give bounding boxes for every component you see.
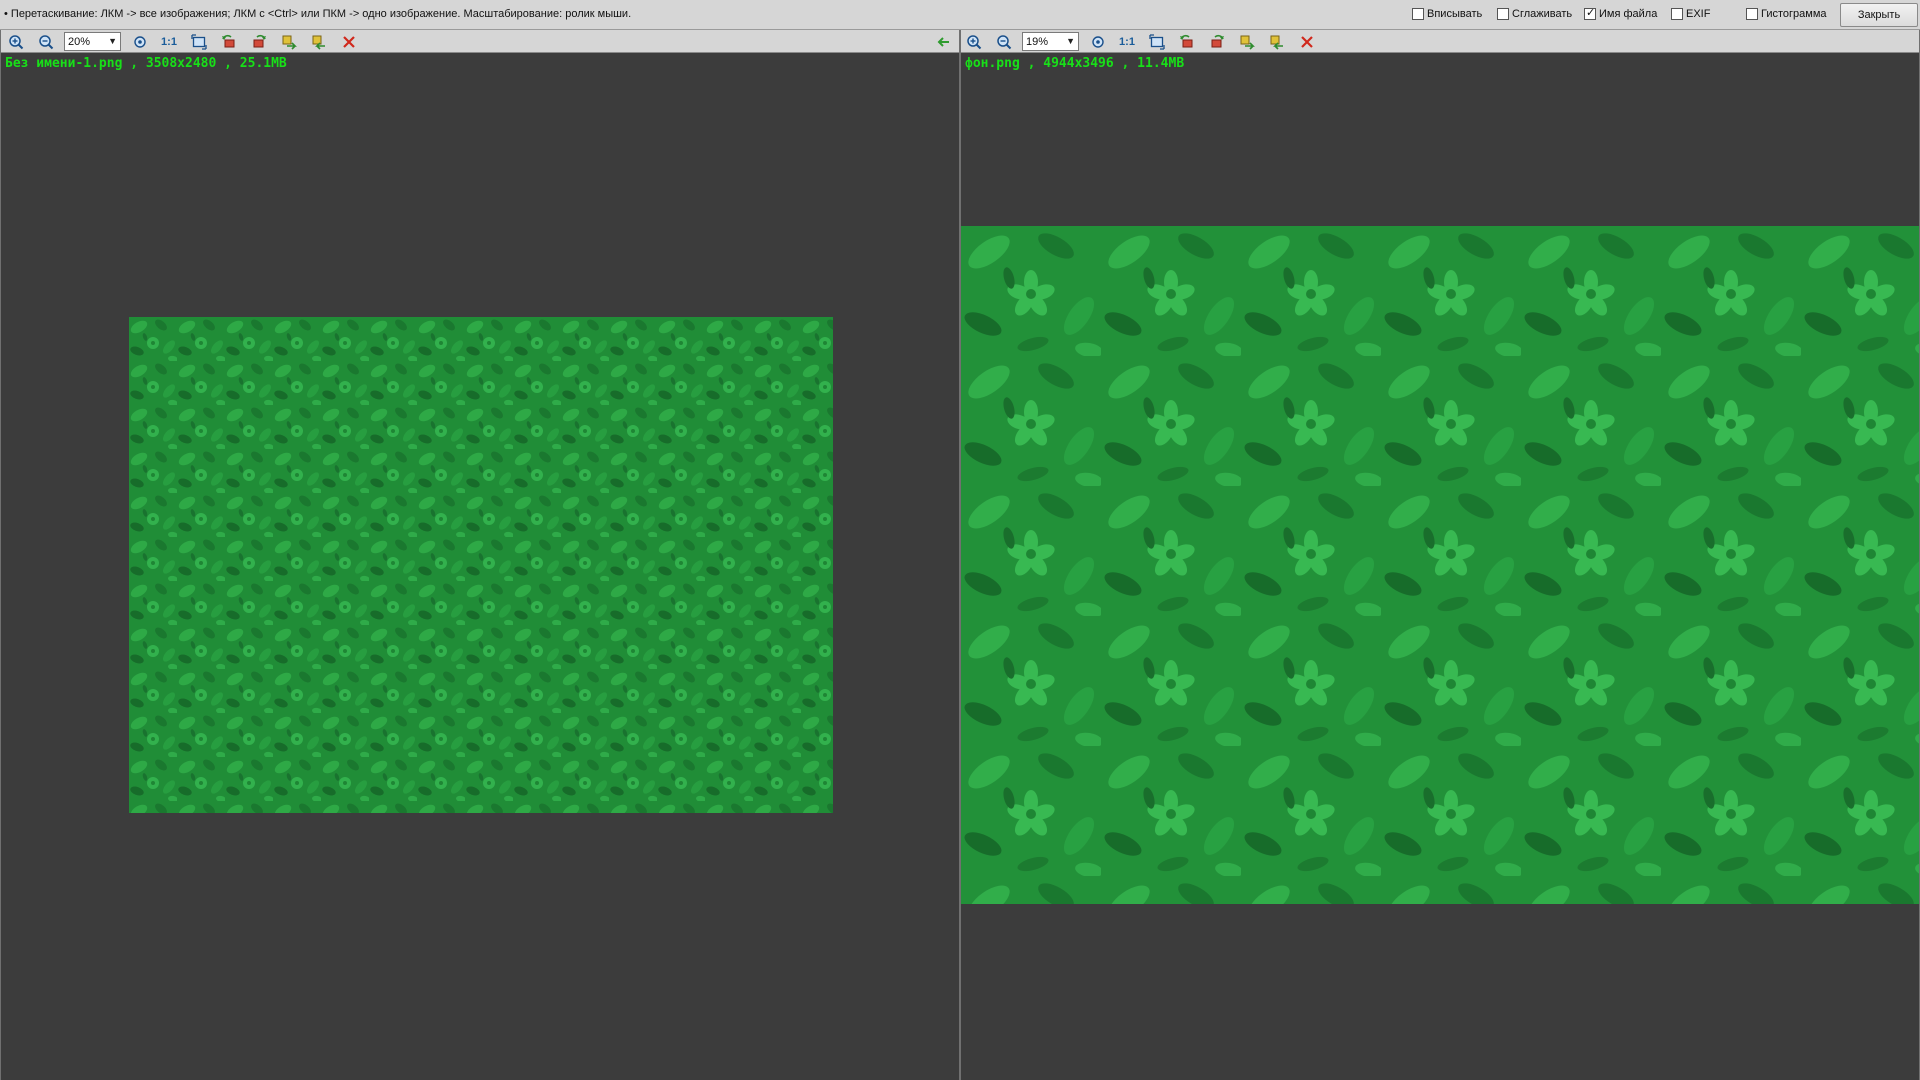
filename-label: Имя файла xyxy=(1599,8,1658,20)
file-info: Без имени-1.png , 3508x2480 , 25.1MB xyxy=(5,56,287,71)
zoom-out-icon[interactable] xyxy=(37,33,55,51)
zoom-out-icon[interactable] xyxy=(995,33,1013,51)
actual-size-button[interactable]: 1:1 xyxy=(1118,33,1136,51)
image-preview-right[interactable] xyxy=(961,226,1919,904)
image-preview-left[interactable] xyxy=(129,317,833,813)
rotate-right-icon[interactable] xyxy=(1208,33,1226,51)
rotate-left-icon[interactable] xyxy=(220,33,238,51)
exif-checkbox[interactable] xyxy=(1671,8,1683,20)
close-icon[interactable] xyxy=(340,33,358,51)
fit-icon[interactable] xyxy=(1089,33,1107,51)
fit-window-icon[interactable] xyxy=(1148,33,1166,51)
filename-checkbox[interactable] xyxy=(1584,6,1596,20)
option-filename[interactable]: Имя файла xyxy=(1584,6,1658,20)
rotate-right-icon[interactable] xyxy=(250,33,268,51)
option-smooth[interactable]: Сглаживать xyxy=(1497,8,1572,20)
exif-label: EXIF xyxy=(1686,8,1711,20)
rotate-left-icon[interactable] xyxy=(1178,33,1196,51)
option-exif[interactable]: EXIF xyxy=(1671,8,1710,20)
top-bar: • Перетаскивание: ЛКМ -> все изображения… xyxy=(0,0,1920,30)
file-info: фон.png , 4944x3496 , 11.4MB xyxy=(965,56,1185,71)
zoom-in-icon[interactable] xyxy=(965,33,983,51)
fit-icon[interactable] xyxy=(131,33,149,51)
chevron-down-icon: ▼ xyxy=(108,36,117,46)
zoom-select[interactable]: 19% ▼ xyxy=(1022,32,1079,51)
flip-icon[interactable] xyxy=(280,33,298,51)
zoom-value: 20% xyxy=(68,35,91,48)
close-button[interactable]: Закрыть xyxy=(1840,3,1918,27)
left-toolbar: 20% ▼ 1:1 xyxy=(1,30,959,53)
option-histogram[interactable]: Гистограмма xyxy=(1746,8,1827,20)
option-fit[interactable]: Вписывать xyxy=(1412,8,1482,20)
flip-icon[interactable] xyxy=(1238,33,1256,51)
chevron-down-icon: ▼ xyxy=(1066,36,1075,46)
right-pane[interactable]: 19% ▼ 1:1 фон.png , 4944x3496 , 11.4MB xyxy=(960,30,1920,1080)
close-icon[interactable] xyxy=(1298,33,1316,51)
fit-checkbox[interactable] xyxy=(1412,8,1424,20)
right-toolbar: 19% ▼ 1:1 xyxy=(961,30,1919,53)
left-pane[interactable]: 20% ▼ 1:1 Без имени-1.png , 3508x2480 , … xyxy=(0,30,960,1080)
histogram-checkbox[interactable] xyxy=(1746,8,1758,20)
zoom-select[interactable]: 20% ▼ xyxy=(64,32,121,51)
smooth-checkbox[interactable] xyxy=(1497,8,1509,20)
swap-icon[interactable] xyxy=(310,33,328,51)
hint-text: • Перетаскивание: ЛКМ -> все изображения… xyxy=(4,8,632,20)
smooth-label: Сглаживать xyxy=(1512,8,1573,20)
zoom-in-icon[interactable] xyxy=(7,33,25,51)
fit-window-icon[interactable] xyxy=(190,33,208,51)
histogram-label: Гистограмма xyxy=(1761,8,1827,20)
actual-size-button[interactable]: 1:1 xyxy=(160,33,178,51)
sync-arrow-icon[interactable] xyxy=(935,33,953,51)
swap-icon[interactable] xyxy=(1268,33,1286,51)
zoom-value: 19% xyxy=(1026,35,1049,48)
fit-label: Вписывать xyxy=(1427,8,1483,20)
